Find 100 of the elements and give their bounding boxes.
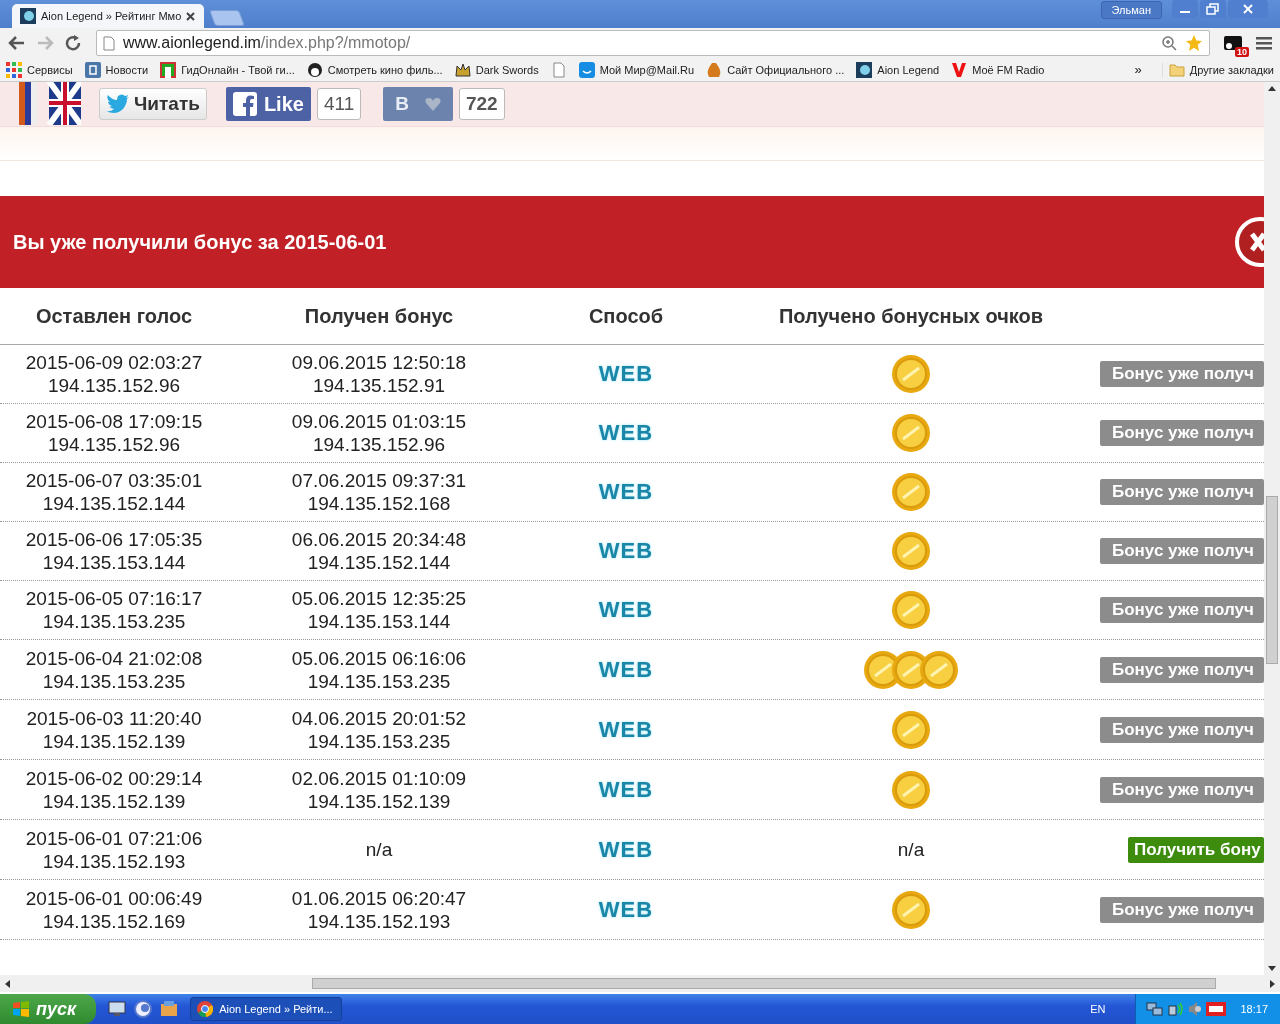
table-cell: 194.135.153.144 xyxy=(307,610,451,633)
browser-icon[interactable] xyxy=(134,1000,153,1018)
media-icon[interactable] xyxy=(160,1001,179,1017)
scroll-left-icon[interactable] xyxy=(5,979,10,988)
table-cell: 194.135.152.168 xyxy=(307,492,451,515)
column-header: Способ xyxy=(587,304,665,328)
bonus-received-button[interactable]: Бонус уже получ xyxy=(1100,538,1264,564)
coin-icon xyxy=(891,531,931,571)
table-cell: 2015-06-01 07:21:06 xyxy=(25,826,203,850)
bookmark[interactable]: Сайт Официального ... xyxy=(706,61,845,78)
start-button[interactable]: пуск xyxy=(0,994,97,1024)
table-cell: 194.135.152.96 xyxy=(47,433,181,456)
table-cell: 2015-06-08 17:09:15 xyxy=(25,410,203,433)
table-cell: 2015-06-07 03:35:01 xyxy=(25,469,203,492)
table-cell: 05.06.2015 12:35:25 xyxy=(291,587,467,610)
method-label: WEB xyxy=(598,656,654,683)
table-cell: 01.06.2015 06:20:47 xyxy=(291,886,467,910)
scroll-up-icon[interactable] xyxy=(1268,86,1276,91)
bookmark[interactable]: Dark Swords xyxy=(454,61,539,78)
bookmark[interactable]: Новости xyxy=(84,61,149,78)
zoom-icon[interactable] xyxy=(1161,35,1177,51)
scroll-down-icon[interactable] xyxy=(1268,966,1276,971)
page-icon xyxy=(103,35,115,51)
restore-icon[interactable] xyxy=(1200,0,1226,18)
table-cell: 194.135.153.235 xyxy=(42,610,186,633)
table-cell: 194.135.153.235 xyxy=(42,669,186,693)
url-text: www.aionlegend.im/index.php?/mmotop/ xyxy=(123,34,411,52)
back-icon[interactable] xyxy=(8,35,26,51)
chrome-icon xyxy=(197,1001,214,1017)
table-cell: 194.135.152.169 xyxy=(42,909,186,933)
bookmark[interactable]: Моё FM Radio xyxy=(951,61,1045,78)
bonus-received-button[interactable]: Бонус уже получ xyxy=(1100,597,1264,623)
reload-icon[interactable] xyxy=(64,34,82,52)
bonus-received-button[interactable]: Бонус уже получ xyxy=(1100,896,1264,923)
table-cell: 194.135.152.91 xyxy=(312,374,446,397)
table-cell: 09.06.2015 01:03:15 xyxy=(291,410,467,433)
taskbar-window-button[interactable]: Aion Legend » Рейти... xyxy=(190,997,343,1021)
table-cell: n/a xyxy=(365,838,393,861)
bonus-received-button[interactable]: Бонус уже получ xyxy=(1100,656,1264,683)
table-cell: 2015-06-05 07:16:17 xyxy=(25,587,203,610)
table-cell: 194.135.152.96 xyxy=(312,433,446,456)
browser-tab[interactable]: Aion Legend » Рейтинг Ммо xyxy=(12,4,204,28)
heart-icon xyxy=(424,97,441,111)
desktop-icon[interactable] xyxy=(108,1001,127,1017)
get-bonus-button[interactable]: Получить бону xyxy=(1128,836,1264,863)
bonus-received-button[interactable]: Бонус уже получ xyxy=(1100,361,1264,387)
minimize-icon[interactable] xyxy=(1172,0,1198,18)
wireless-icon[interactable] xyxy=(1168,1001,1185,1017)
notification-badge: 10 xyxy=(1235,47,1249,57)
facebook-like-button[interactable]: Like xyxy=(225,87,311,121)
bookmark[interactable]: Смотреть кино филь... xyxy=(306,61,443,78)
scroll-right-icon[interactable] xyxy=(1270,979,1275,988)
table-cell: 2015-06-01 00:06:49 xyxy=(25,886,203,910)
bonus-received-button[interactable]: Бонус уже получ xyxy=(1100,420,1264,446)
table-cell: 04.06.2015 20:01:52 xyxy=(291,706,467,730)
method-label: WEB xyxy=(598,361,654,387)
bonus-received-button[interactable]: Бонус уже получ xyxy=(1100,479,1264,505)
method-label: WEB xyxy=(598,597,654,623)
address-bar[interactable]: www.aionlegend.im/index.php?/mmotop/ xyxy=(96,30,1210,56)
table-cell: 194.135.152.193 xyxy=(307,909,451,933)
bookmark[interactable]: Мой Мир@Mail.Ru xyxy=(578,61,695,78)
table-cell: 194.135.153.235 xyxy=(307,729,451,753)
menu-icon[interactable] xyxy=(1256,36,1272,50)
graphics-driver-icon[interactable] xyxy=(1206,1002,1227,1016)
scrollbar-thumb[interactable] xyxy=(1266,496,1278,664)
profile-button[interactable]: Эльман xyxy=(1100,1,1162,19)
method-label: WEB xyxy=(598,420,654,446)
twitter-follow-button[interactable]: Читать xyxy=(99,88,207,120)
method-label: WEB xyxy=(598,716,654,743)
network-icon[interactable] xyxy=(1146,1001,1165,1017)
table-cell: n/a xyxy=(897,838,925,861)
site-icon xyxy=(856,61,873,78)
column-header: Получен бонус xyxy=(303,304,455,328)
bird-icon xyxy=(106,94,130,114)
bookmark[interactable]: Сервисы xyxy=(6,61,73,78)
table-cell: 194.135.152.144 xyxy=(307,551,451,574)
more-bookmarks-button[interactable]: » xyxy=(1134,62,1142,77)
bonus-received-button[interactable]: Бонус уже получ xyxy=(1100,776,1264,803)
bookmark[interactable]: ГидОнлайн - Твой ги... xyxy=(160,61,295,78)
star-icon[interactable] xyxy=(1185,34,1203,52)
site-icon xyxy=(160,61,177,78)
table-cell: 194.135.152.139 xyxy=(42,729,186,753)
bonus-received-button[interactable]: Бонус уже получ xyxy=(1100,716,1264,743)
v-icon xyxy=(951,61,968,78)
extension-button[interactable]: 10 xyxy=(1220,32,1246,54)
table-cell: 2015-06-04 21:02:08 xyxy=(25,646,203,670)
vk-like-button[interactable]: В xyxy=(383,87,453,121)
speaker-icon[interactable] xyxy=(1188,1001,1203,1017)
table-cell: 05.06.2015 06:16:06 xyxy=(291,646,467,670)
other-bookmarks[interactable]: Другие закладки xyxy=(1161,62,1274,77)
crown-icon xyxy=(454,61,471,78)
table-cell: 194.135.152.144 xyxy=(42,492,186,515)
bookmark[interactable]: Aion Legend xyxy=(856,61,940,78)
notice-text: Вы уже получили бонус за 2015-06-01 xyxy=(13,230,387,254)
table-cell: 194.135.153.235 xyxy=(307,669,451,693)
scrollbar-thumb[interactable] xyxy=(312,978,1216,989)
close-icon[interactable] xyxy=(1228,0,1268,18)
close-icon[interactable] xyxy=(186,11,196,21)
method-label: WEB xyxy=(598,836,654,863)
language-indicator[interactable]: EN xyxy=(1090,1003,1106,1015)
